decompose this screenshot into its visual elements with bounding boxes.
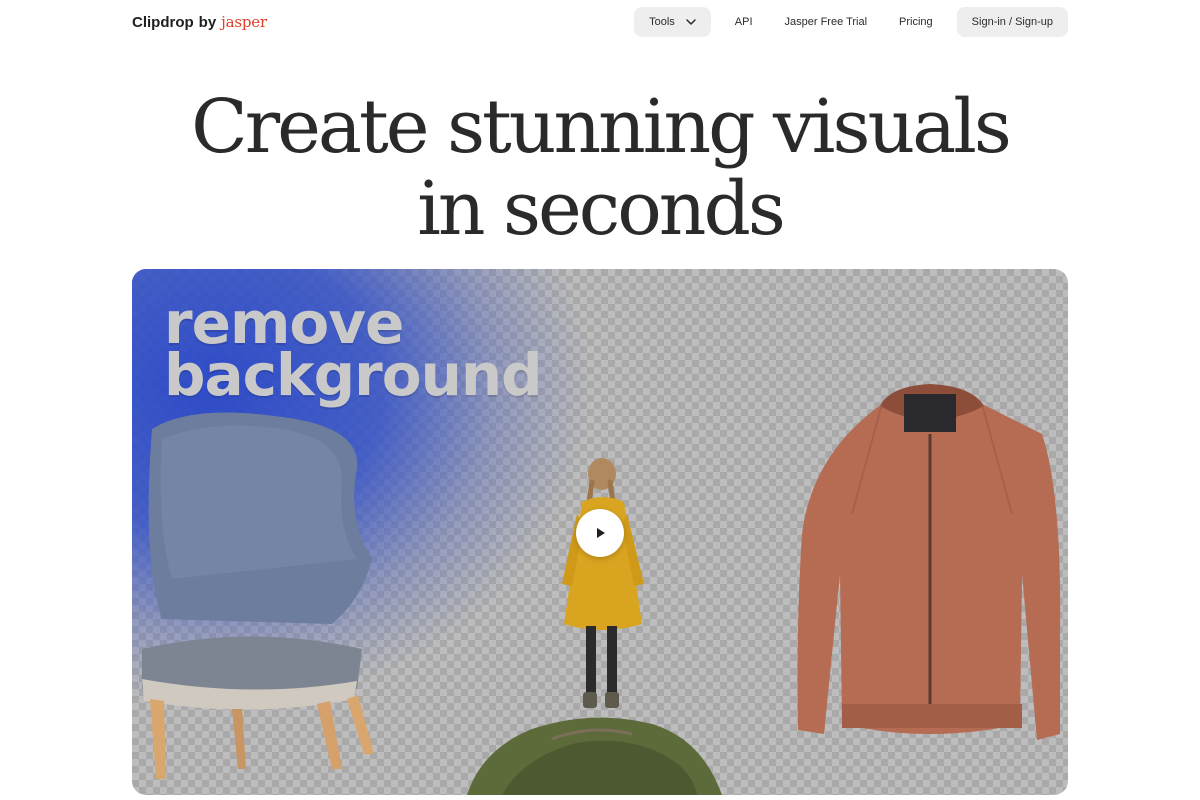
chevron-down-icon (686, 19, 696, 25)
main-nav: Tools API Jasper Free Trial Pricing Sign… (634, 7, 1068, 37)
signin-signup-button[interactable]: Sign-in / Sign-up (956, 7, 1068, 37)
nav-link-api[interactable]: API (721, 7, 767, 37)
hero-video-card[interactable]: remove background (132, 269, 1068, 795)
play-icon (597, 528, 605, 538)
hero-title-line2: in seconds (417, 166, 786, 252)
nav-link-pricing[interactable]: Pricing (885, 7, 947, 37)
jacket-image (797, 384, 1061, 740)
child-image (562, 458, 644, 708)
caption-line2: background (164, 341, 543, 409)
nav-link-jasper-free-trial[interactable]: Jasper Free Trial (771, 7, 882, 37)
logo-by-text: by (198, 14, 217, 31)
top-navigation-bar: Clipdrop by jasper Tools API Jasper Free… (132, 0, 1068, 44)
clipdrop-logo[interactable]: Clipdrop by jasper (132, 13, 267, 31)
chair-image (142, 412, 374, 779)
logo-jasper-text: jasper (221, 13, 267, 31)
tools-label: Tools (649, 16, 675, 28)
remove-background-caption: remove background (164, 294, 543, 409)
logo-clipdrop-text: Clipdrop (132, 14, 194, 31)
hero-title: Create stunning visuals in seconds (0, 86, 1200, 250)
hero-title-line1: Create stunning visuals (191, 84, 1012, 170)
play-video-button[interactable] (576, 509, 624, 557)
tools-menu-button[interactable]: Tools (634, 7, 711, 37)
